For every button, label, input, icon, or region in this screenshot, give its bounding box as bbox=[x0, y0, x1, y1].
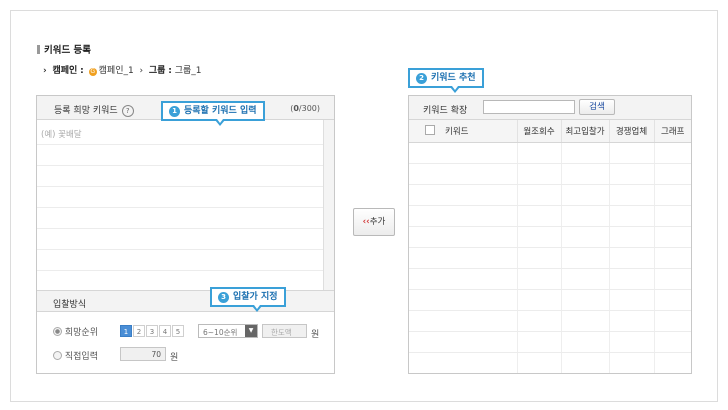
step-1-icon: 1 bbox=[169, 106, 180, 117]
group-label: 그룹 bbox=[148, 66, 166, 76]
keyword-expand-input[interactable] bbox=[483, 100, 575, 114]
help-icon[interactable]: ? bbox=[121, 105, 134, 117]
table-header-row: 키워드 월조회수 최고입찰가 경쟁업체 그래프 bbox=[409, 120, 691, 143]
direct-radio[interactable] bbox=[53, 351, 62, 360]
step-3-icon: 3 bbox=[218, 292, 229, 303]
rank-pager: 12345 bbox=[120, 325, 185, 337]
page-title: 키워드 등록 bbox=[37, 42, 91, 56]
col-competitors[interactable]: 경쟁업체 bbox=[609, 120, 655, 143]
keyword-expand-label: 키워드 확장 bbox=[423, 106, 468, 116]
table-row bbox=[409, 205, 691, 227]
table-row bbox=[409, 289, 691, 311]
campaign-name[interactable]: 캠페인_1 bbox=[99, 66, 134, 76]
bid-method-label: 입찰방식 bbox=[53, 300, 87, 310]
table-row bbox=[409, 331, 691, 353]
rank-page-4[interactable]: 4 bbox=[159, 325, 171, 337]
keyword-input-panel: 등록 희망 키워드? (0/300) (예) 꽃배달 입찰방식 희망순위 123… bbox=[36, 95, 335, 374]
campaign-label: 캠페인 bbox=[52, 66, 78, 76]
col-monthly-views[interactable]: 월조회수 bbox=[517, 120, 562, 143]
table-row bbox=[409, 310, 691, 332]
search-button[interactable]: 검색 bbox=[579, 99, 615, 115]
limit-unit: 원 bbox=[311, 330, 320, 340]
callout-keyword-input: 1 등록할 키워드 입력 bbox=[161, 101, 265, 126]
bid-method-header: 입찰방식 bbox=[37, 290, 334, 312]
select-all-checkbox[interactable] bbox=[425, 125, 435, 135]
bid-option-rank: 희망순위 bbox=[53, 325, 98, 338]
bid-option-direct: 직접입력 bbox=[53, 349, 98, 362]
col-max-bid[interactable]: 최고입찰가 bbox=[561, 120, 610, 143]
group-name[interactable]: 그룹_1 bbox=[175, 66, 202, 76]
step-2-icon: 2 bbox=[416, 73, 427, 84]
chevron-right-icon: › bbox=[136, 66, 146, 76]
rank-page-3[interactable]: 3 bbox=[146, 325, 158, 337]
keyword-table-wrap: 키워드 월조회수 최고입찰가 경쟁업체 그래프 bbox=[409, 120, 691, 373]
rank-radio[interactable] bbox=[53, 327, 62, 336]
table-row bbox=[409, 247, 691, 269]
direct-unit: 원 bbox=[170, 353, 179, 363]
keyword-table: 키워드 월조회수 최고입찰가 경쟁업체 그래프 bbox=[409, 120, 691, 373]
rank-option-label: 희망순위 bbox=[64, 328, 98, 338]
breadcrumb: › 캠페인 : G 캠페인_1 › 그룹 : 그룹_1 bbox=[43, 66, 202, 76]
textarea-scrollbar[interactable] bbox=[323, 120, 334, 290]
limit-input[interactable]: 한도액 bbox=[262, 324, 307, 338]
callout-keyword-recommend: 2 키워드 추천 bbox=[408, 68, 484, 93]
chevron-right-icon: › bbox=[43, 66, 47, 76]
keyword-recommend-panel: 키워드 확장 검색 키워드 월조회수 최고입찰가 경쟁업체 그래프 bbox=[408, 95, 692, 374]
double-chevron-left-icon: ‹‹ bbox=[362, 217, 370, 227]
keyword-input-label: 등록 희망 키워드 bbox=[54, 106, 118, 116]
table-row bbox=[409, 184, 691, 206]
table-row bbox=[409, 163, 691, 185]
keyword-expand-bar: 키워드 확장 검색 bbox=[409, 96, 691, 120]
direct-option-label: 직접입력 bbox=[64, 352, 98, 362]
table-row bbox=[409, 352, 691, 373]
table-row bbox=[409, 226, 691, 248]
rank-select[interactable]: 6~10순위 ▼ bbox=[198, 324, 258, 338]
campaign-icon: G bbox=[88, 68, 97, 76]
direct-bid-input[interactable]: 70 bbox=[120, 347, 166, 361]
col-graph[interactable]: 그래프 bbox=[654, 120, 691, 143]
add-keyword-button[interactable]: ‹‹추가 bbox=[353, 208, 395, 236]
rank-page-2[interactable]: 2 bbox=[133, 325, 145, 337]
table-row bbox=[409, 268, 691, 290]
keyword-count: (0/300) bbox=[290, 104, 320, 113]
rank-page-1[interactable]: 1 bbox=[120, 325, 132, 337]
keyword-placeholder: (예) 꽃배달 bbox=[41, 130, 82, 140]
rank-page-5[interactable]: 5 bbox=[172, 325, 184, 337]
callout-bid-price: 3 입찰가 지정 bbox=[210, 287, 286, 312]
title-bar-icon bbox=[37, 45, 40, 54]
chevron-down-icon: ▼ bbox=[245, 325, 257, 337]
col-keyword[interactable]: 키워드 bbox=[445, 127, 468, 137]
keyword-textarea[interactable]: (예) 꽃배달 bbox=[37, 120, 323, 290]
table-row bbox=[409, 142, 691, 164]
